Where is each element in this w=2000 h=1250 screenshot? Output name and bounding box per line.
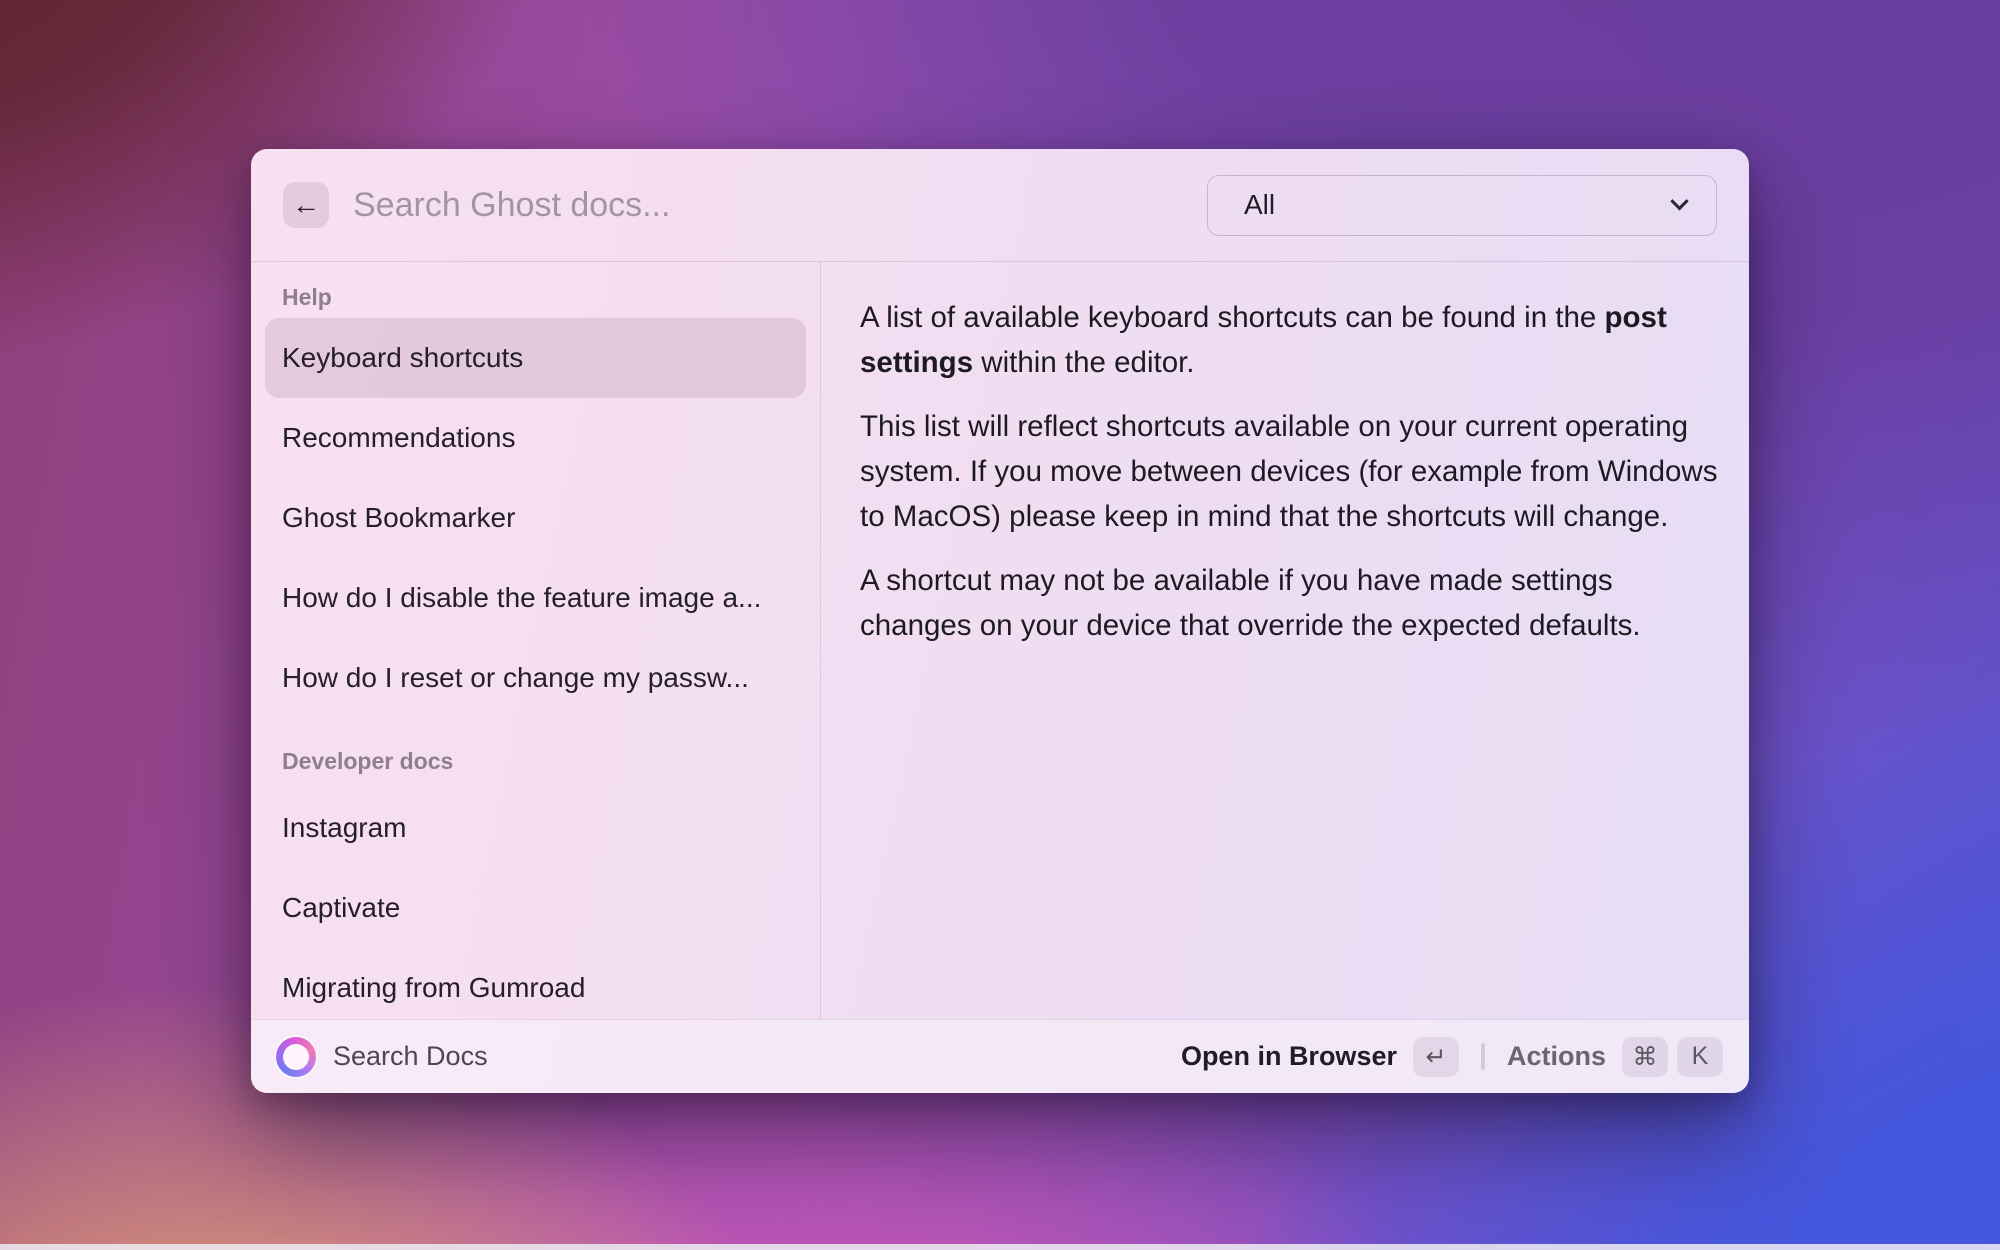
content-area: Help Keyboard shortcuts Recommendations … bbox=[251, 262, 1749, 1019]
sidebar-item-captivate[interactable]: Captivate bbox=[265, 868, 806, 948]
detail-paragraph: This list will reflect shortcuts availab… bbox=[860, 410, 1718, 533]
actions-shortcut-keys: ⌘ K bbox=[1622, 1036, 1723, 1077]
open-in-browser-button[interactable]: Open in Browser bbox=[1181, 1041, 1397, 1072]
sidebar-item-label: Instagram bbox=[282, 812, 407, 843]
search-topbar: ← All bbox=[251, 149, 1749, 262]
sidebar-item-keyboard-shortcuts[interactable]: Keyboard shortcuts bbox=[265, 318, 806, 398]
detail-paragraph: A shortcut may not be available if you h… bbox=[860, 564, 1641, 642]
search-window: ← All Help Keyboard shortcuts Recommenda… bbox=[251, 149, 1749, 1093]
sidebar-item-label: Keyboard shortcuts bbox=[282, 342, 524, 373]
sidebar-item-label: Captivate bbox=[282, 892, 401, 923]
status-footer: Search Docs Open in Browser ↵ Actions ⌘ … bbox=[251, 1019, 1749, 1093]
sidebar-item-label: Ghost Bookmarker bbox=[282, 502, 516, 533]
detail-text: A list of available keyboard shortcuts c… bbox=[860, 301, 1605, 334]
section-header-help: Help bbox=[282, 284, 332, 310]
results-sidebar: Help Keyboard shortcuts Recommendations … bbox=[251, 262, 821, 1019]
sidebar-item-migrating-from-gumroad[interactable]: Migrating from Gumroad bbox=[265, 948, 806, 1019]
sidebar-item-label: Recommendations bbox=[282, 422, 516, 453]
sidebar-item-ghost-bookmarker[interactable]: Ghost Bookmarker bbox=[265, 478, 806, 558]
extension-ring-icon bbox=[276, 1036, 316, 1077]
detail-pane: A list of available keyboard shortcuts c… bbox=[821, 262, 1749, 1019]
filter-dropdown[interactable]: All bbox=[1207, 174, 1717, 236]
command-key-icon: ⌘ bbox=[1622, 1036, 1668, 1077]
sidebar-item-label: Migrating from Gumroad bbox=[282, 972, 586, 1003]
chevron-down-icon bbox=[1670, 191, 1689, 210]
footer-source-label: Search Docs bbox=[333, 1041, 488, 1071]
back-arrow-icon: ← bbox=[292, 189, 320, 220]
detail-paragraph: A list of available keyboard shortcuts c… bbox=[860, 295, 1719, 385]
sidebar-item-reset-password[interactable]: How do I reset or change my passw... bbox=[265, 638, 806, 718]
section-header-developer-docs: Developer docs bbox=[282, 748, 454, 774]
search-input[interactable] bbox=[353, 185, 1207, 225]
actions-menu-button[interactable]: Actions bbox=[1507, 1041, 1606, 1072]
back-button[interactable]: ← bbox=[283, 182, 329, 228]
return-key-icon: ↵ bbox=[1412, 1036, 1459, 1077]
sidebar-item-disable-feature-image[interactable]: How do I disable the feature image a... bbox=[265, 558, 806, 638]
sidebar-item-label: How do I reset or change my passw... bbox=[282, 662, 749, 693]
detail-text: within the editor. bbox=[973, 346, 1195, 379]
footer-actions: Open in Browser ↵ Actions ⌘ K bbox=[1181, 1036, 1723, 1077]
k-key-icon: K bbox=[1677, 1036, 1723, 1077]
screen-bottom-edge bbox=[0, 1244, 2000, 1250]
filter-dropdown-value: All bbox=[1244, 189, 1276, 220]
sidebar-item-instagram[interactable]: Instagram bbox=[265, 788, 806, 868]
sidebar-item-recommendations[interactable]: Recommendations bbox=[265, 398, 806, 478]
footer-divider bbox=[1480, 1043, 1485, 1070]
sidebar-item-label: How do I disable the feature image a... bbox=[282, 582, 762, 613]
